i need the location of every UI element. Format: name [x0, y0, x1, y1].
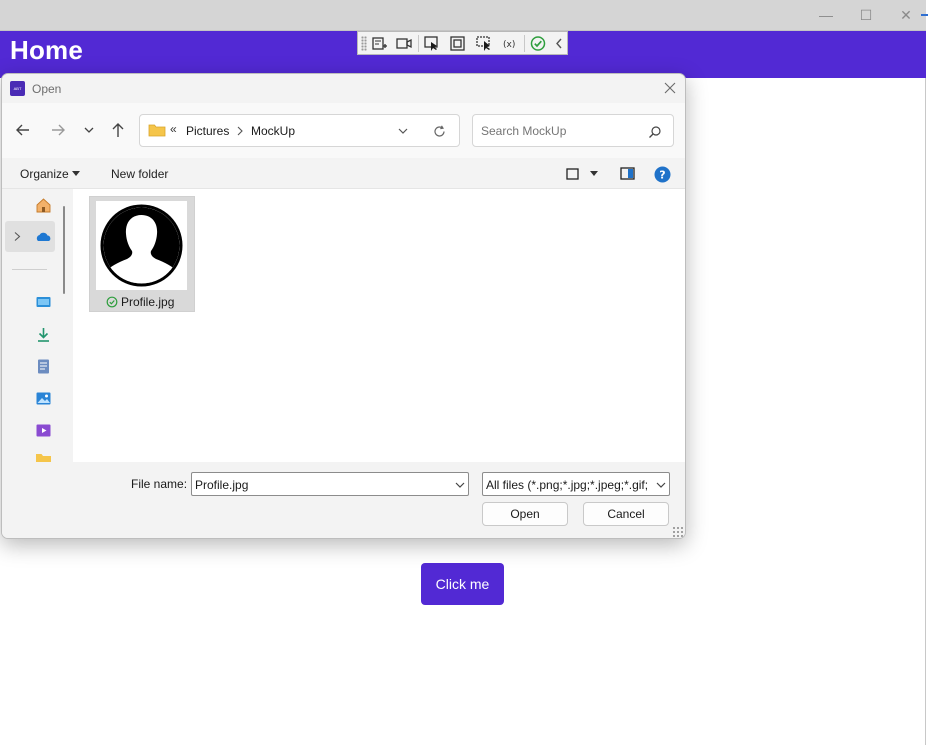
file-list: Profile.jpg [73, 189, 685, 462]
collapse-toolbar-icon[interactable] [551, 35, 569, 52]
toolbar-separator [524, 35, 525, 52]
back-button[interactable] [12, 120, 34, 140]
caret-down-icon [72, 171, 80, 176]
arrow-left-icon [16, 124, 29, 136]
dialog-close-button[interactable] [660, 79, 680, 97]
svg-text:(x): (x) [503, 40, 515, 50]
track-focus-icon[interactable] [475, 35, 493, 52]
open-file-dialog: ABT Open « Pictures MockUp Search MockUp… [1, 73, 686, 539]
videos-icon[interactable] [35, 422, 52, 439]
live-visual-tree-icon[interactable] [371, 35, 389, 52]
organize-menu[interactable]: Organize [20, 167, 69, 181]
file-type-selected: All files (*.png;*.jpg;*.jpeg;*.gif; [486, 478, 649, 492]
window-titlebar: — ☐ ✕ [0, 0, 926, 31]
arrow-right-icon [52, 124, 65, 136]
up-button[interactable] [107, 120, 129, 140]
breadcrumb-item-mockup[interactable]: MockUp [251, 124, 295, 138]
accessibility-check-icon[interactable] [529, 35, 547, 52]
video-capture-icon[interactable] [395, 35, 413, 52]
arrow-up-icon [112, 123, 124, 137]
navigation-pane [2, 189, 72, 466]
display-layout-adorners-icon[interactable] [449, 35, 467, 52]
resize-grip[interactable] [672, 526, 684, 538]
maximize-button[interactable]: ☐ [856, 6, 876, 24]
chevron-down-icon [84, 127, 94, 133]
file-item[interactable]: Profile.jpg [89, 196, 195, 312]
navigation-row: « Pictures MockUp [2, 103, 685, 158]
command-bar: Organize New folder ? [2, 158, 685, 189]
chevron-right-icon [237, 126, 243, 136]
search-icon [649, 126, 661, 138]
chevron-down-icon[interactable] [454, 480, 466, 490]
help-icon[interactable]: ? [654, 166, 671, 183]
file-name-label: File name: [131, 477, 188, 491]
select-element-icon[interactable] [423, 35, 441, 52]
file-type-select[interactable]: All files (*.png;*.jpg;*.jpeg;*.gif; [482, 472, 670, 496]
profile-avatar-icon [100, 204, 183, 287]
chevron-down-icon[interactable] [396, 125, 410, 137]
nav-pane-scrollbar[interactable] [63, 206, 65, 294]
grip-icon[interactable] [361, 36, 367, 51]
accent-line [921, 14, 928, 16]
pictures-icon[interactable] [35, 390, 52, 407]
documents-icon[interactable] [35, 358, 52, 375]
dialog-titlebar: ABT Open [2, 74, 685, 103]
recent-locations-button[interactable] [79, 120, 101, 140]
address-bar[interactable]: « Pictures MockUp [139, 114, 460, 147]
svg-text:?: ? [659, 169, 665, 182]
file-name-input[interactable] [195, 477, 445, 493]
binding-failures-icon[interactable]: (x) [501, 35, 519, 52]
file-thumbnail [96, 201, 187, 290]
app-icon: ABT [10, 81, 25, 96]
cancel-button[interactable]: Cancel [583, 502, 669, 526]
chevron-right-icon[interactable] [13, 231, 22, 242]
page-title: Home [10, 35, 84, 65]
chevron-down-icon [656, 482, 666, 488]
folder-icon [148, 124, 166, 137]
search-input[interactable] [481, 123, 641, 139]
breadcrumb-item-pictures[interactable]: Pictures [186, 124, 229, 138]
search-box[interactable] [472, 114, 674, 147]
click-me-button[interactable]: Click me [421, 563, 504, 605]
minimize-button[interactable]: — [816, 6, 836, 24]
file-name-label: Profile.jpg [121, 295, 175, 309]
onedrive-icon [36, 232, 51, 241]
forward-button[interactable] [47, 120, 69, 140]
caret-down-icon[interactable] [589, 171, 599, 177]
close-icon [664, 82, 676, 94]
file-name-combobox[interactable] [191, 472, 469, 496]
dialog-title: Open [32, 82, 62, 96]
refresh-icon[interactable] [432, 124, 447, 139]
sync-status-icon [106, 296, 118, 308]
open-button[interactable]: Open [482, 502, 568, 526]
toolbar-separator [418, 35, 419, 52]
home-icon[interactable] [35, 197, 52, 214]
dialog-footer: File name: All files (*.png;*.jpg;*.jpeg… [2, 462, 685, 538]
close-button[interactable]: ✕ [896, 6, 916, 24]
new-folder-button[interactable]: New folder [111, 167, 168, 181]
desktop-icon[interactable] [35, 294, 52, 311]
debug-toolbar: (x) [357, 31, 568, 55]
view-mode-icon[interactable] [566, 168, 579, 180]
preview-pane-icon[interactable] [620, 167, 635, 180]
nav-divider [12, 269, 47, 270]
downloads-icon[interactable] [35, 326, 52, 343]
breadcrumb-overflow[interactable]: « [170, 122, 177, 136]
